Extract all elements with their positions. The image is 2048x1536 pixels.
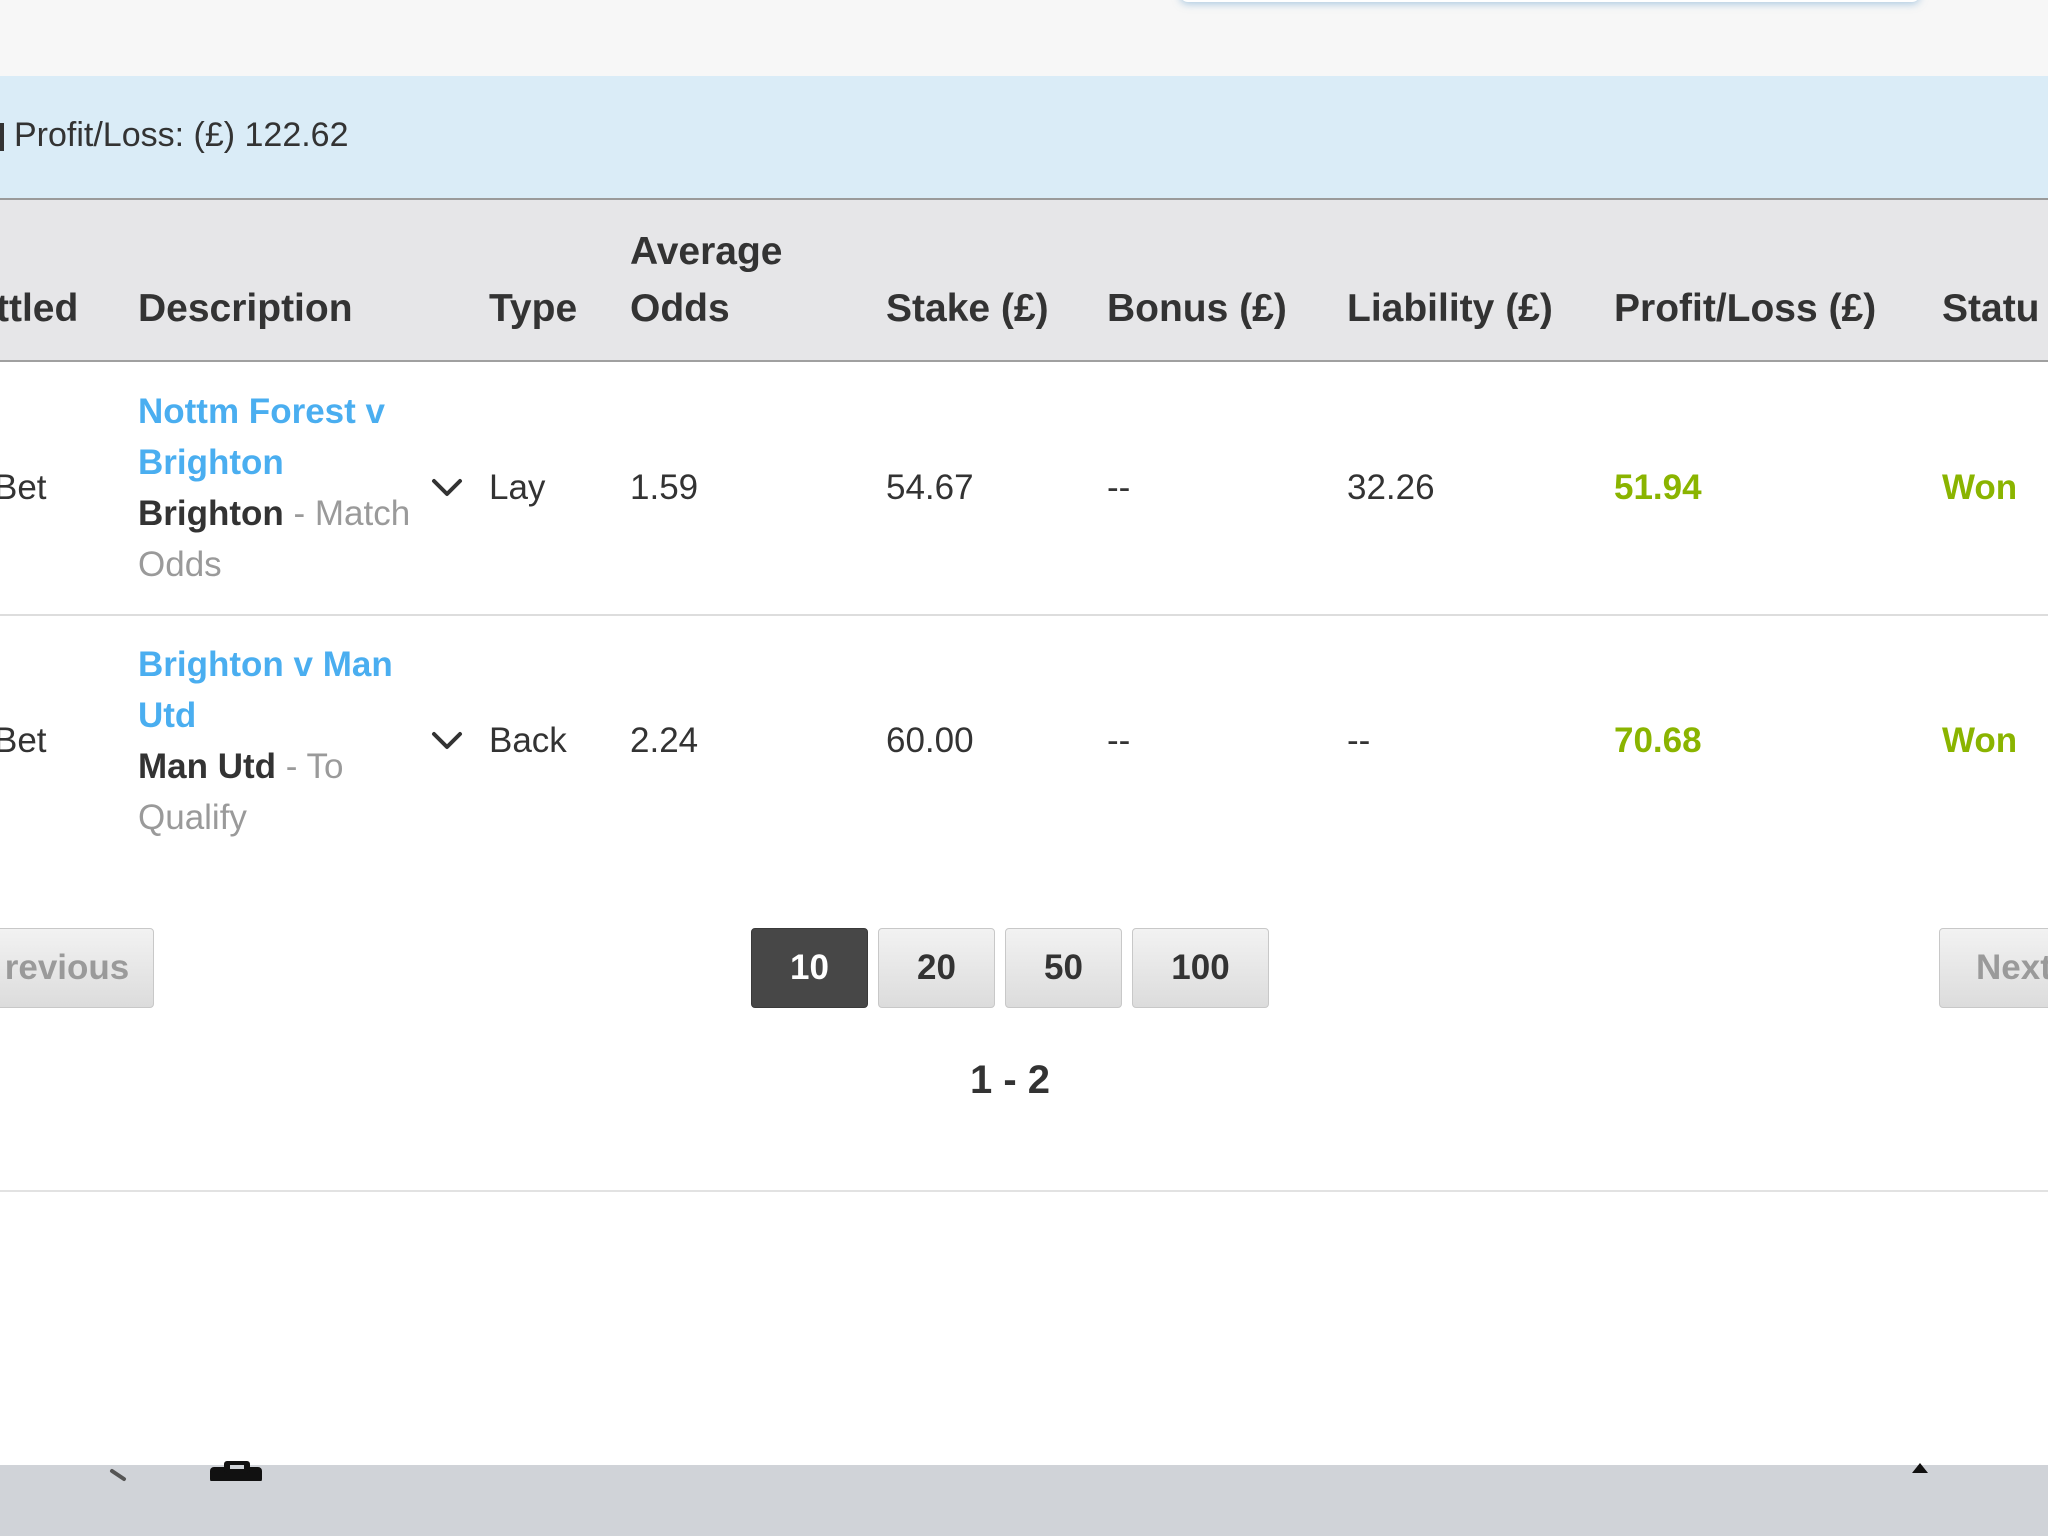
header-average-odds-line2[interactable]: Odds xyxy=(630,281,730,337)
row-divider xyxy=(0,614,2048,616)
page-size-10-button[interactable]: 10 xyxy=(751,928,868,1008)
section-divider xyxy=(0,1190,2048,1192)
cell-liability: -- xyxy=(1347,721,1371,760)
page-size-20-button[interactable]: 20 xyxy=(878,928,995,1008)
profit-loss-summary: Profit/Loss: (£) 122.62 xyxy=(0,76,2048,200)
header-liability[interactable]: Liability (£) xyxy=(1347,281,1553,337)
up-arrow-icon[interactable] xyxy=(1900,1461,1940,1475)
table-header: ttled Description Type Average Odds Stak… xyxy=(0,200,2048,362)
cell-settled: Bet xyxy=(0,468,47,507)
browser-toolbar xyxy=(0,1461,2048,1536)
result-range: 1 - 2 xyxy=(969,1058,1051,1102)
cell-type: Back xyxy=(489,721,567,760)
cell-stake: 54.67 xyxy=(886,468,974,507)
event-link[interactable]: Brighton v Man Utd xyxy=(138,639,428,741)
header-stake[interactable]: Stake (£) xyxy=(886,281,1049,337)
header-average-odds-line1[interactable]: Average xyxy=(630,224,782,280)
summary-marker xyxy=(0,123,4,152)
cell-bonus: -- xyxy=(1107,468,1131,507)
cell-average-odds: 1.59 xyxy=(630,468,699,507)
event-link[interactable]: Nottm Forest v Brighton xyxy=(138,386,428,488)
header-status[interactable]: Statu xyxy=(1942,281,2040,337)
header-profit-loss[interactable]: Profit/Loss (£) xyxy=(1614,281,1876,337)
top-strip xyxy=(0,0,2048,76)
forward-arrow-icon[interactable] xyxy=(90,1465,140,1485)
cell-description: Nottm Forest v Brighton Brighton - Match… xyxy=(138,386,428,590)
summary-text: Profit/Loss: (£) 122.62 xyxy=(14,116,349,154)
cell-liability: 32.26 xyxy=(1347,468,1435,507)
chevron-down-icon[interactable] xyxy=(430,471,464,505)
cell-profit-loss: 70.68 xyxy=(1614,721,1702,760)
cell-stake: 60.00 xyxy=(886,721,974,760)
selection-name: Brighton xyxy=(138,494,284,533)
cell-status: Won xyxy=(1942,721,2018,760)
selection-name: Man Utd xyxy=(138,747,277,786)
header-type[interactable]: Type xyxy=(489,281,577,337)
page-size-50-button[interactable]: 50 xyxy=(1005,928,1122,1008)
selection-separator: - xyxy=(276,747,307,786)
cell-profit-loss: 51.94 xyxy=(1614,468,1702,507)
header-bonus[interactable]: Bonus (£) xyxy=(1107,281,1287,337)
cell-status: Won xyxy=(1942,468,2018,507)
cell-bonus: -- xyxy=(1107,721,1131,760)
header-settled[interactable]: ttled xyxy=(0,281,78,337)
previous-button[interactable]: revious xyxy=(0,928,154,1008)
page-size-100-button[interactable]: 100 xyxy=(1132,928,1269,1008)
next-button[interactable]: Next xyxy=(1939,928,2048,1008)
clipboard-icon[interactable] xyxy=(206,1461,270,1481)
chevron-down-icon[interactable] xyxy=(430,724,464,758)
selection-separator: - xyxy=(283,494,315,533)
cell-average-odds: 2.24 xyxy=(630,721,699,760)
cell-description: Brighton v Man Utd Man Utd - To Qualify xyxy=(138,639,428,843)
cell-type: Lay xyxy=(489,468,546,507)
header-description[interactable]: Description xyxy=(138,281,353,337)
search-box-edge[interactable] xyxy=(1180,0,1920,2)
cell-settled: Bet xyxy=(0,721,47,760)
